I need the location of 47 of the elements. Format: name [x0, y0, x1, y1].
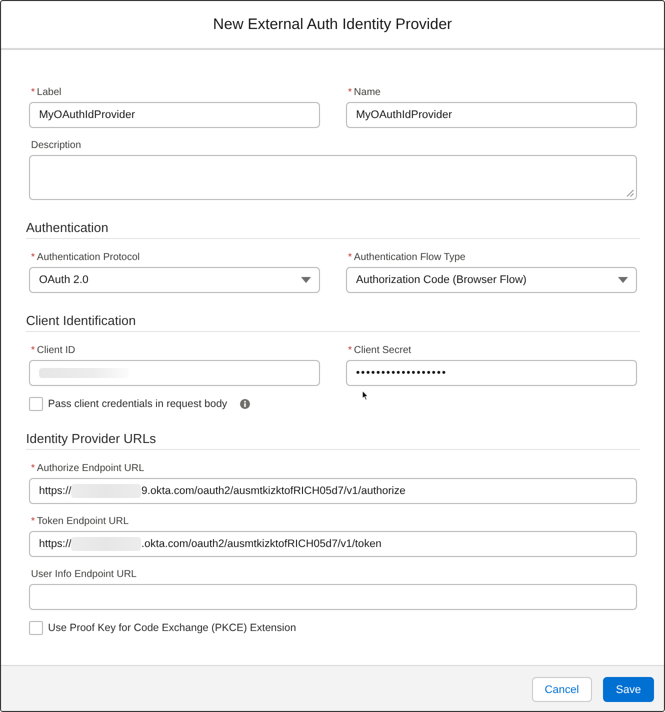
- field-label: Client Secret: [354, 344, 412, 358]
- required-asterisk: *: [31, 251, 35, 265]
- caret-down-icon: [618, 277, 628, 283]
- field-label: Token Endpoint URL: [36, 515, 129, 529]
- text-field[interactable]: [29, 360, 320, 386]
- save-button[interactable]: Save: [602, 677, 654, 702]
- text-field[interactable]: MyOAuthIdProvider: [346, 102, 637, 128]
- section-heading: Client Identification: [26, 312, 640, 332]
- text-field[interactable]: MyOAuthIdProvider: [29, 102, 320, 128]
- field-value: .okta.com/oauth2/ausmtkizktofRICH05d7/v1/token: [141, 538, 382, 550]
- dropdown-field[interactable]: Authorization Code (Browser Flow): [346, 267, 637, 293]
- resize-grip-icon[interactable]: [626, 189, 634, 197]
- section-heading: Authentication: [26, 219, 640, 239]
- field-label: Name: [354, 86, 381, 100]
- field-label: Authorize Endpoint URL: [36, 462, 144, 476]
- text-field[interactable]: [29, 584, 637, 610]
- field-label: Client ID: [36, 344, 76, 358]
- url-prefix: https://: [39, 538, 72, 550]
- required-asterisk: *: [348, 344, 352, 358]
- required-asterisk: *: [31, 344, 35, 358]
- mouse-pointer-icon: [362, 390, 369, 401]
- text-field[interactable]: https:// .okta.com/oauth2/ausmtkizktofRICH05d7/v1/token: [29, 531, 637, 557]
- dialog-title: New External Auth Identity Provider: [213, 14, 452, 34]
- required-asterisk: *: [348, 251, 352, 265]
- password-field[interactable]: ••••••••••••••••••: [346, 360, 637, 386]
- field-label: Label: [36, 86, 62, 100]
- dropdown-field[interactable]: OAuth 2.0: [29, 267, 320, 293]
- text-field[interactable]: https:// 9.okta.com/oauth2/ausmtkizktofRICH05d7/v1/authorize: [29, 478, 637, 504]
- section-heading: Identity Provider URLs: [26, 430, 640, 450]
- field-label: Authentication Flow Type: [354, 251, 466, 265]
- field-value: 9.okta.com/oauth2/ausmtkizktofRICH05d7/v1/authorize: [141, 485, 406, 497]
- field-label: User Info Endpoint URL: [31, 568, 137, 582]
- required-asterisk: *: [31, 515, 35, 529]
- required-asterisk: *: [31, 462, 35, 476]
- info-icon[interactable]: [240, 399, 250, 409]
- field-label: Description: [31, 139, 82, 153]
- caret-down-icon: [301, 277, 311, 283]
- checkbox[interactable]: [29, 621, 43, 635]
- url-prefix: https://: [39, 485, 72, 497]
- checkbox-label: Use Proof Key for Code Exchange (PKCE) Extension: [48, 621, 296, 635]
- required-asterisk: *: [348, 86, 352, 100]
- cancel-button[interactable]: Cancel: [532, 677, 592, 702]
- required-asterisk: *: [31, 86, 35, 100]
- description-textarea[interactable]: [29, 155, 637, 200]
- checkbox-label: Pass client credentials in request body: [48, 397, 228, 411]
- field-label: Authentication Protocol: [36, 251, 140, 265]
- checkbox[interactable]: [29, 397, 43, 411]
